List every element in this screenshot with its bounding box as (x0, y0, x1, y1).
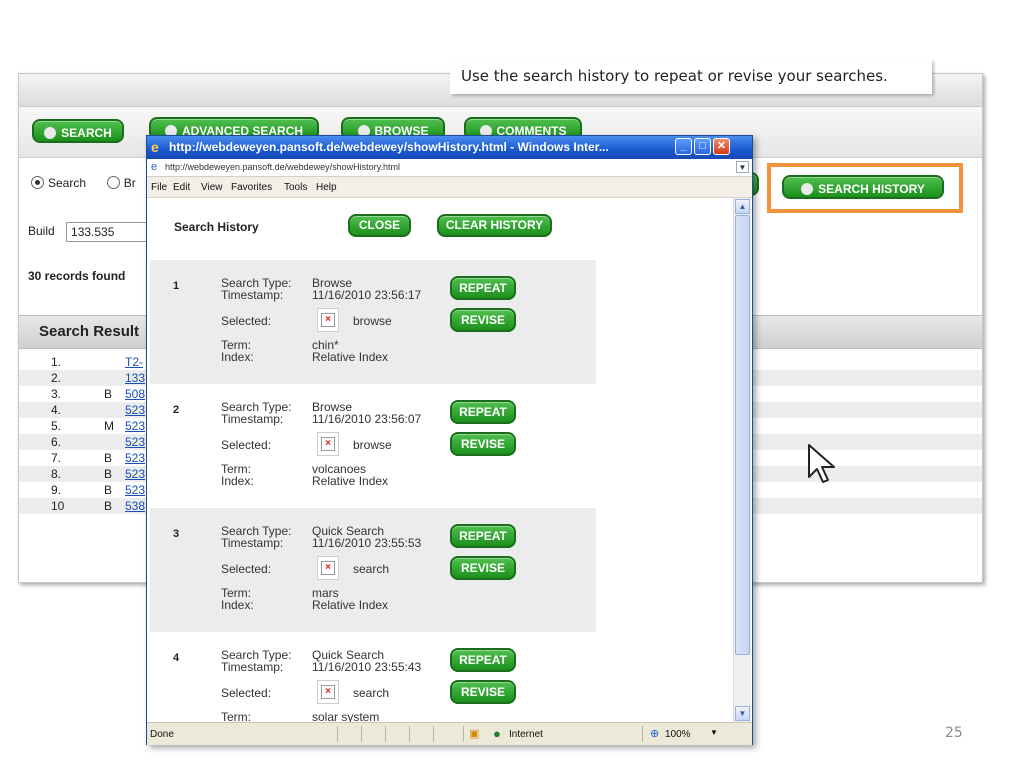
entry-number: 1 (173, 280, 180, 292)
build-input[interactable]: 133.535 (66, 222, 153, 242)
repeat-button[interactable]: REPEAT (450, 276, 516, 300)
records-found: 30 records found (28, 269, 126, 283)
close-history-button[interactable]: CLOSE (348, 214, 411, 237)
status-bar: Done ▣ ● Internet ⊕ 100% ▼ (147, 722, 752, 745)
menu-view[interactable]: View (201, 182, 223, 193)
history-icon (801, 182, 814, 195)
revise-button[interactable]: REVISE (450, 308, 516, 332)
minimize-button[interactable]: _ (675, 138, 692, 155)
maximize-button[interactable]: □ (694, 138, 711, 155)
chevron-down-icon[interactable]: ▼ (736, 161, 749, 173)
scrollbar-thumb[interactable] (735, 215, 750, 655)
search-history-highlight: SEARCH HISTORY (767, 163, 963, 213)
vertical-scrollbar[interactable]: ▲ ▼ (733, 198, 751, 722)
mouse-cursor-icon (808, 444, 835, 483)
result-link[interactable]: 523 (125, 435, 145, 449)
result-link[interactable]: T2- (125, 355, 143, 369)
protected-mode-icon: ▣ (469, 728, 480, 740)
popup-title-bar[interactable]: e http://webdeweyen.pansoft.de/webdewey/… (147, 136, 752, 159)
result-link[interactable]: 523 (125, 419, 145, 433)
history-entry: 3 Search Type: Quick Search Timestamp: 1… (150, 508, 596, 632)
callout-note: Use the search history to repeat or revi… (450, 59, 932, 94)
result-link[interactable]: 508 (125, 387, 145, 401)
slide-page-number: 25 (945, 725, 963, 741)
build-field: Build 133.535 (28, 222, 153, 242)
menu-bar: File Edit View Favorites Tools Help (147, 177, 752, 198)
result-link[interactable]: 133 (125, 371, 145, 385)
minimize-icon: _ (680, 140, 687, 152)
search-mode-radios: Search Br (31, 176, 136, 190)
status-text: Done (150, 729, 174, 740)
result-link[interactable]: 538 (125, 499, 145, 513)
result-link[interactable]: 523 (125, 403, 145, 417)
maximize-icon: □ (699, 140, 706, 152)
search-history-button[interactable]: SEARCH HISTORY (782, 175, 944, 199)
broken-image-icon: × (317, 308, 339, 332)
chevron-down-icon[interactable]: ▼ (710, 728, 718, 737)
address-bar[interactable]: e http://webdeweyen.pansoft.de/webdewey/… (147, 159, 752, 177)
radio-search[interactable] (31, 176, 44, 190)
search-history-popup: e http://webdeweyen.pansoft.de/webdewey/… (146, 135, 753, 745)
zoom-level[interactable]: 100% (665, 729, 691, 740)
address-url: http://webdeweyen.pansoft.de/webdewey/sh… (165, 162, 400, 172)
scroll-up-icon[interactable]: ▲ (735, 199, 750, 214)
revise-button[interactable]: REVISE (450, 556, 516, 580)
broken-image-icon: × (317, 680, 339, 704)
history-entry: 1 Search Type: Browse Timestamp: 11/16/2… (150, 260, 596, 384)
ie-logo-icon: e (151, 139, 159, 155)
repeat-button[interactable]: REPEAT (450, 648, 516, 672)
revise-button[interactable]: REVISE (450, 680, 516, 704)
result-link[interactable]: 523 (125, 483, 145, 497)
security-zone: Internet (509, 729, 543, 740)
repeat-button[interactable]: REPEAT (450, 524, 516, 548)
menu-favorites[interactable]: Favorites (231, 182, 272, 193)
result-link[interactable]: 523 (125, 467, 145, 481)
radio-browse[interactable] (106, 176, 120, 190)
search-icon (44, 126, 57, 139)
entry-number: 4 (173, 652, 180, 664)
menu-edit[interactable]: Edit (173, 182, 190, 193)
search-history-heading: Search History (174, 220, 259, 234)
revise-button[interactable]: REVISE (450, 432, 516, 456)
repeat-button[interactable]: REPEAT (450, 400, 516, 424)
popup-content: Search History CLOSE CLEAR HISTORY 1 Sea… (147, 198, 733, 722)
result-link[interactable]: 523 (125, 451, 145, 465)
clear-history-button[interactable]: CLEAR HISTORY (437, 214, 552, 237)
history-entry: 4 Search Type: Quick Search Timestamp: 1… (150, 632, 596, 722)
scroll-down-icon[interactable]: ▼ (735, 706, 750, 721)
page-icon: e (151, 161, 158, 173)
results-title: Search Result (39, 323, 140, 340)
tab-search[interactable]: SEARCH (32, 119, 124, 143)
menu-file[interactable]: File (151, 182, 167, 193)
entry-number: 2 (173, 404, 180, 416)
menu-help[interactable]: Help (316, 182, 337, 193)
history-entry: 2 Search Type: Browse Timestamp: 11/16/2… (150, 384, 596, 508)
broken-image-icon: × (317, 556, 339, 580)
entry-number: 3 (173, 528, 180, 540)
close-icon: ✕ (716, 140, 727, 152)
window-close-button[interactable]: ✕ (713, 138, 730, 155)
globe-icon: ● (493, 726, 501, 741)
zoom-icon[interactable]: ⊕ (650, 727, 659, 740)
menu-tools[interactable]: Tools (284, 182, 307, 193)
popup-title: http://webdeweyen.pansoft.de/webdewey/sh… (169, 140, 609, 154)
broken-image-icon: × (317, 432, 339, 456)
